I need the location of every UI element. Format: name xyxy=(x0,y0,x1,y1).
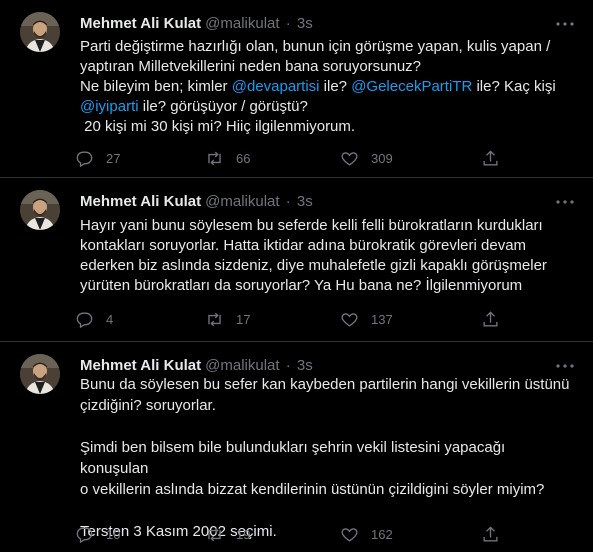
like-button[interactable]: 309 xyxy=(340,146,393,170)
tweet-text-segment: Ne bileyim ben; kimler xyxy=(80,78,232,95)
like-button[interactable]: 162 xyxy=(340,522,393,546)
timestamp[interactable]: 3s xyxy=(297,193,313,210)
share-button[interactable] xyxy=(481,522,500,546)
tweet[interactable]: Mehmet Ali Kulat @malikulat · 3s Parti de… xyxy=(0,0,593,178)
reply-button[interactable]: 27 xyxy=(75,146,120,170)
reply-count: 4 xyxy=(106,311,114,327)
tweet-line: 20 kişi mi 30 kişi mi? Hiiç ilgilenmiyor… xyxy=(80,118,356,135)
retweet-button[interactable]: 17 xyxy=(205,307,250,331)
heart-icon xyxy=(341,527,358,542)
author-handle[interactable]: @malikulat xyxy=(205,357,279,374)
avatar-image xyxy=(20,190,60,230)
avatar-image xyxy=(20,354,60,394)
tweet-line: o vekillerin aslında bizzat kendilerinin… xyxy=(80,481,545,498)
like-button[interactable]: 137 xyxy=(340,307,393,331)
heart-icon xyxy=(341,151,358,166)
separator-dot: · xyxy=(285,357,291,374)
timestamp[interactable]: 3s xyxy=(297,357,313,374)
reply-count: 10 xyxy=(106,526,121,542)
retweet-icon xyxy=(208,312,221,326)
reply-icon xyxy=(76,526,93,543)
tweet-text-segment: ile? görüşüyor / görüştü? xyxy=(138,98,308,115)
author-name[interactable]: Mehmet Ali Kulat xyxy=(80,357,201,374)
retweet-button[interactable]: 66 xyxy=(205,146,250,170)
tweet-line: yaptıran Milletvekillerini neden bana so… xyxy=(80,58,422,75)
retweet-icon xyxy=(208,527,221,541)
separator-dot: · xyxy=(285,193,291,210)
tweet-text-segment: ile? Kaç kişi xyxy=(472,78,556,95)
share-icon xyxy=(483,310,498,327)
retweet-count: 66 xyxy=(236,150,251,166)
avatar-image xyxy=(20,12,60,52)
share-button[interactable] xyxy=(481,307,500,331)
reply-count: 27 xyxy=(106,150,121,166)
tweet-line: Şimdi ben bilsem bile bulundukları şehri… xyxy=(80,439,510,477)
more-options-icon[interactable] xyxy=(553,12,577,36)
mention-link[interactable]: @devapartisi xyxy=(232,78,320,95)
tweet-header: Mehmet Ali Kulat @malikulat · 3s xyxy=(80,192,313,212)
tweet-line xyxy=(80,416,575,437)
tweet-actions: 4 17 137 xyxy=(75,307,515,331)
avatar[interactable] xyxy=(20,12,60,52)
tweet-text-segment: ile? xyxy=(319,78,352,95)
avatar[interactable] xyxy=(20,190,60,230)
avatar[interactable] xyxy=(20,354,60,394)
tweet-text: Hayır yani bunu söylesem bu seferde kell… xyxy=(80,216,575,296)
tweet-line: Ne bileyim ben; kimler @devapartisi ile?… xyxy=(80,77,575,97)
more-options-icon[interactable] xyxy=(553,190,577,214)
tweet-header: Mehmet Ali Kulat @malikulat · 3s xyxy=(80,14,313,34)
like-count: 137 xyxy=(371,311,393,327)
tweet[interactable]: Mehmet Ali Kulat @malikulat · 3s Bunu da … xyxy=(0,342,593,552)
tweet-line: Parti değiştirme hazırlığı olan, bunun i… xyxy=(80,38,551,55)
tweet-actions: 27 66 309 xyxy=(75,146,515,170)
author-name[interactable]: Mehmet Ali Kulat xyxy=(80,15,201,32)
retweet-button[interactable]: 19 xyxy=(205,522,250,546)
share-icon xyxy=(483,525,498,542)
tweet-line: Bunu da söylesen bu sefer kan kaybeden p… xyxy=(80,376,570,393)
share-button[interactable] xyxy=(481,146,500,170)
tweet-line: ederken biz aslında sizdeniz, diye muhal… xyxy=(80,257,547,274)
retweet-icon xyxy=(208,151,221,165)
tweet-line: kontakları soruyorlar. Hatta iktidar adı… xyxy=(80,237,527,254)
retweet-count: 17 xyxy=(236,311,251,327)
like-count: 309 xyxy=(371,150,393,166)
reply-button[interactable]: 4 xyxy=(75,307,113,331)
mention-link[interactable]: @iyiparti xyxy=(80,98,139,115)
like-count: 162 xyxy=(371,526,393,542)
tweet-line xyxy=(80,500,575,521)
mention-link[interactable]: @GelecekPartiTR xyxy=(351,78,472,95)
share-icon xyxy=(483,149,498,166)
tweet-line: yürüten bürokratları da soruyorlar? Ya H… xyxy=(80,277,523,294)
author-handle[interactable]: @malikulat xyxy=(205,15,279,32)
tweet-line: çizdiğini? soruyorlar. xyxy=(80,397,216,414)
tweet-header: Mehmet Ali Kulat @malikulat · 3s xyxy=(80,356,313,376)
heart-icon xyxy=(341,312,358,327)
timestamp[interactable]: 3s xyxy=(297,15,313,32)
reply-icon xyxy=(76,311,93,328)
tweet[interactable]: Mehmet Ali Kulat @malikulat · 3s Hayır ya… xyxy=(0,178,593,342)
author-name[interactable]: Mehmet Ali Kulat xyxy=(80,193,201,210)
tweet-line: Hayır yani bunu söylesem bu seferde kell… xyxy=(80,217,543,234)
tweet-line: @iyiparti ile? görüşüyor / görüştü? xyxy=(80,97,575,117)
separator-dot: · xyxy=(285,15,291,32)
tweet-text: Bunu da söylesen bu sefer kan kaybeden p… xyxy=(80,374,575,542)
reply-button[interactable]: 10 xyxy=(75,522,120,546)
retweet-count: 19 xyxy=(236,526,251,542)
reply-icon xyxy=(76,150,93,167)
tweet-actions: 10 19 162 xyxy=(75,522,515,546)
author-handle[interactable]: @malikulat xyxy=(205,193,279,210)
tweet-text: Parti değiştirme hazırlığı olan, bunun i… xyxy=(80,37,575,137)
